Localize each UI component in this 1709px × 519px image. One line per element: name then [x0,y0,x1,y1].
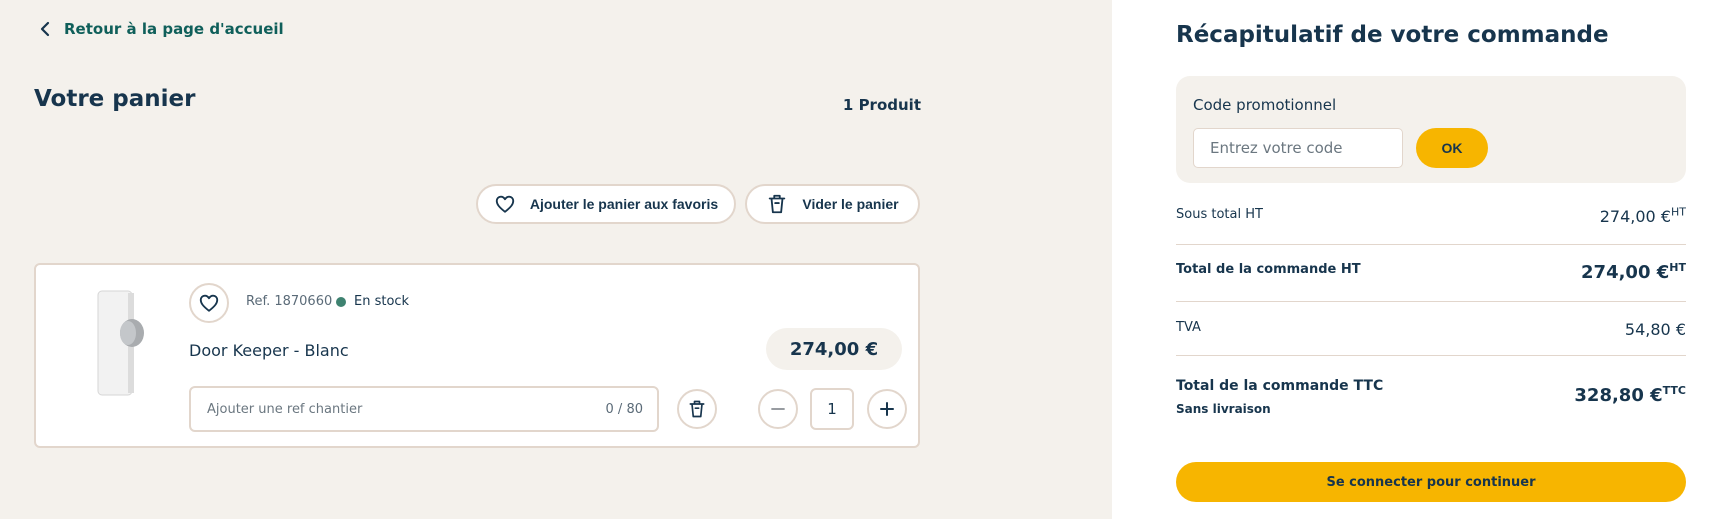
remove-item-button[interactable] [677,389,717,429]
item-favorite-button[interactable] [189,283,229,323]
increase-quantity-button[interactable] [867,389,907,429]
heart-icon [199,294,219,312]
back-home-link[interactable]: Retour à la page d'accueil [38,20,284,38]
clear-cart-label: Vider le panier [802,196,899,212]
subtotal-suffix: HT [1671,205,1686,219]
cart-panel: Retour à la page d'accueil Votre panier … [0,0,1112,519]
promo-code-label: Code promotionnel [1193,96,1337,114]
total-ttc-label: Total de la commande TTC [1176,378,1384,394]
subtotal-row: Sous total HT 274,00 €HT [1176,207,1686,226]
trash-icon [689,400,705,418]
promo-code-box: Code promotionnel OK [1176,76,1686,183]
add-cart-to-favorites-button[interactable]: Ajouter le panier aux favoris [476,184,736,224]
cart-item-card: Ref. 1870660 En stock Door Keeper - Blan… [34,263,920,448]
divider [1176,355,1686,356]
clear-cart-button[interactable]: Vider le panier [745,184,920,224]
summary-title: Récapitulatif de votre commande [1176,22,1609,48]
total-ht-value: 274,00 €HT [1581,262,1686,283]
total-ttc-value: 328,80 €TTC [1574,385,1686,406]
divider [1176,301,1686,302]
total-ttc-amount: 328,80 € [1574,385,1663,406]
order-summary-panel: Récapitulatif de votre commande Code pro… [1112,0,1709,519]
product-price: 274,00 € [766,328,902,370]
heart-icon [495,195,515,213]
minus-icon [771,408,785,410]
ref-chantier-input[interactable] [207,401,606,417]
total-ttc-suffix: TTC [1662,384,1686,397]
total-ttc-label-group: Total de la commande TTC Sans livraison [1176,375,1383,416]
stock-label: En stock [354,294,410,309]
login-to-continue-button[interactable]: Se connecter pour continuer [1176,462,1686,502]
tva-label: TVA [1176,320,1201,335]
page-title: Votre panier [34,86,196,112]
quantity-input[interactable]: 1 [810,388,854,430]
ref-chantier-counter: 0 / 80 [605,401,643,417]
subtotal-amount: 274,00 € [1599,207,1671,226]
total-ttc-row: Total de la commande TTC Sans livraison … [1176,375,1686,416]
total-ttc-sublabel: Sans livraison [1176,402,1271,416]
total-ht-amount: 274,00 € [1581,262,1670,283]
product-count: 1 Produit [842,96,921,114]
add-cart-to-favorites-label: Ajouter le panier aux favoris [529,196,719,212]
product-ref: Ref. 1870660 [246,294,333,309]
subtotal-label: Sous total HT [1176,207,1263,222]
chevron-left-icon [40,21,50,37]
ref-chantier-field: 0 / 80 [189,386,659,432]
promo-ok-button[interactable]: OK [1416,128,1488,168]
back-home-label: Retour à la page d'accueil [64,20,284,38]
stock-dot-icon [336,296,346,307]
total-ht-label: Total de la commande HT [1176,262,1361,277]
tva-row: TVA 54,80 € [1176,320,1686,339]
tva-value: 54,80 € [1624,320,1686,339]
plus-icon [880,402,894,416]
total-ht-suffix: HT [1669,261,1686,274]
total-ht-row: Total de la commande HT 274,00 €HT [1176,262,1686,283]
stock-status: En stock [336,294,409,309]
product-image [97,290,144,396]
decrease-quantity-button[interactable] [758,389,798,429]
trash-icon [769,194,786,214]
product-name: Door Keeper - Blanc [189,341,349,360]
subtotal-value: 274,00 €HT [1600,207,1686,226]
promo-code-input[interactable] [1193,128,1403,168]
divider [1176,244,1686,245]
